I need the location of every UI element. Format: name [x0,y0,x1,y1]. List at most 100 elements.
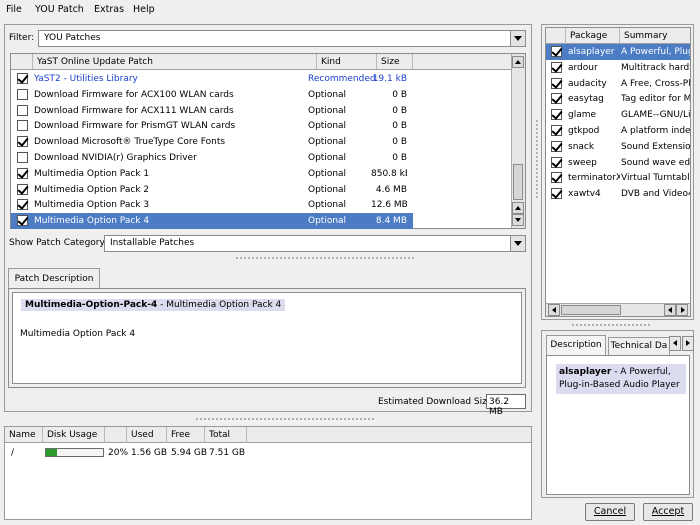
table-row[interactable]: xawtv4 DVB and Video4L [546,186,690,202]
chevron-down-icon[interactable] [510,236,525,251]
tab-patch-description[interactable]: Patch Description [8,268,100,289]
patch-checkbox[interactable] [17,104,28,116]
chevron-right-icon[interactable] [682,336,694,351]
table-row[interactable]: sweep Sound wave editor [546,155,690,171]
splitter-handle[interactable] [236,257,416,259]
menu-extras[interactable]: Extras [94,4,124,15]
scroll-up-icon[interactable] [512,56,524,68]
package-summary: GLAME--GNU/Linux [621,110,690,121]
col-total[interactable]: Total [205,427,247,443]
col-package[interactable]: Package [566,28,620,44]
table-row[interactable]: terminatorXVirtual Turntable for [546,170,690,186]
patch-name: Download Firmware for ACX100 WLAN cards [34,89,234,100]
package-checkbox[interactable] [551,125,562,136]
table-row[interactable]: Download Microsoft® TrueType Core Fonts O… [11,134,413,150]
package-checkbox[interactable] [551,109,562,121]
table-row[interactable]: gtkpod A platform independent [546,123,690,139]
package-checkbox[interactable] [551,140,562,152]
patch-kind: Optional [308,216,347,227]
chevron-left-icon[interactable] [669,336,681,351]
table-row[interactable]: easytag Tag editor for MP3 [546,91,690,107]
description-title-rest: - Multimedia Option Pack 4 [157,300,282,310]
package-checkbox[interactable] [551,93,562,105]
patch-checkbox[interactable] [17,136,28,148]
package-name: sweep [568,157,597,168]
disk-usage-panel: Name Disk Usage Used Free Total / 20% 1.… [4,426,532,520]
table-row[interactable]: Download Firmware for ACX111 WLAN cards O… [11,103,413,119]
splitter-handle[interactable] [572,324,652,326]
col-name[interactable]: Name [5,427,43,443]
patch-checkbox[interactable] [17,167,28,179]
table-row[interactable]: Multimedia Option Pack 3 Optional 12.6 MB [11,197,413,213]
cancel-button[interactable]: Cancel [585,503,635,521]
patch-checkbox[interactable] [17,120,28,132]
table-row[interactable]: Download Firmware for ACX100 WLAN cards O… [11,87,413,103]
chevron-down-icon[interactable] [510,31,525,46]
col-kind[interactable]: Kind [317,54,377,70]
patch-checkbox[interactable] [17,183,28,195]
scroll-left-icon[interactable] [548,304,560,316]
package-summary: Sound Extension for [621,141,690,152]
col-summary[interactable]: Summary [620,28,690,44]
scroll-thumb[interactable] [513,164,523,200]
scroll-down-icon[interactable] [512,214,524,226]
patch-name: Multimedia Option Pack 3 [34,200,150,211]
patch-size: 19.1 kB [372,74,407,84]
splitter-handle[interactable] [536,120,538,200]
table-row[interactable]: Download Firmware for PrismGT WLAN cards… [11,118,413,134]
package-checkbox[interactable] [551,77,562,89]
scroll-up-icon[interactable] [512,202,524,214]
disk-row[interactable]: / 20% 1.56 GB 5.94 GB 7.51 GB [5,445,531,461]
accept-button[interactable]: Accept [643,503,693,521]
menu-help[interactable]: Help [133,4,155,15]
package-hscrollbar[interactable] [546,303,690,316]
table-row[interactable]: Multimedia Option Pack 4 Optional 8.4 MB [11,213,413,230]
patch-checkbox[interactable] [17,199,28,211]
package-summary: A Free, Cross-Platform [621,78,690,89]
table-row[interactable]: Multimedia Option Pack 2 Optional 4.6 MB [11,182,413,198]
table-row[interactable]: audacity A Free, Cross-Platform [546,76,690,92]
download-size-value: 36.2 MB [486,394,526,417]
package-checkbox[interactable] [551,46,562,57]
col-free[interactable]: Free [167,427,205,443]
patch-checkbox[interactable] [17,88,28,100]
patch-kind: Recommended [308,74,376,84]
table-row[interactable]: snack Sound Extension for [546,139,690,155]
patch-checkbox[interactable] [17,215,28,227]
table-row[interactable]: Download NVIDIA(r) Graphics Driver Option… [11,150,413,166]
package-info-text: alsaplayer - A Powerful, Plug-in-Based A… [556,364,686,394]
col-patch[interactable]: YaST Online Update Patch [33,54,317,70]
patch-size: 0 B [392,137,407,148]
table-row[interactable]: glame GLAME--GNU/Linux [546,107,690,123]
table-row[interactable]: ardour Multitrack hardware [546,60,690,76]
package-checkbox[interactable] [551,61,562,73]
package-checkbox[interactable] [551,172,562,184]
table-row[interactable]: alsaplayer A Powerful, Plug-in-Based Audi… [546,44,690,60]
table-row[interactable]: YaST2 - Utilities Library Recommended 19.1… [11,71,413,87]
col-used[interactable]: Used [127,427,167,443]
menu-you-patch[interactable]: YOU Patch [35,4,84,15]
scroll-right-icon[interactable] [676,304,688,316]
patch-scrollbar[interactable] [511,54,525,228]
package-name: xawtv4 [568,189,601,200]
category-select[interactable]: Installable Patches [104,235,526,252]
col-filler [247,427,531,443]
tab-description[interactable]: Description [546,335,606,355]
col-disk-usage[interactable]: Disk Usage [43,427,105,443]
patch-checkbox[interactable] [17,73,28,84]
table-row[interactable]: Multimedia Option Pack 1 Optional 850.8 kB [11,166,413,182]
col-usage-pct[interactable] [105,427,127,443]
download-size-label: Estimated Download Size: [378,397,496,407]
patch-checkbox[interactable] [17,152,28,163]
tab-technical-data[interactable]: Technical Da [608,337,670,355]
package-summary: A platform independent [621,126,690,136]
scroll-left-icon[interactable] [664,304,676,316]
splitter-handle[interactable] [196,418,376,420]
col-size[interactable]: Size [377,54,413,70]
menu-file[interactable]: File [6,4,22,15]
package-checkbox[interactable] [551,188,562,200]
description-title: Multimedia-Option-Pack-4 - Multimedia Op… [21,299,286,311]
package-checkbox[interactable] [551,156,562,168]
filter-select[interactable]: YOU Patches [38,30,526,47]
scroll-thumb[interactable] [561,305,621,315]
